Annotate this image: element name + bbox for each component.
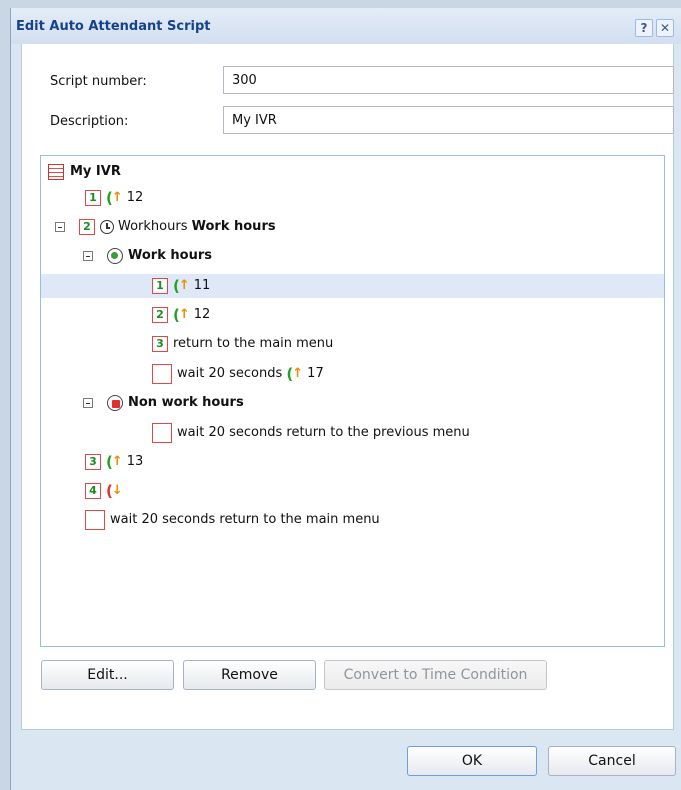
script-number-input[interactable] — [223, 66, 674, 94]
node-number-badge: 2 — [79, 219, 95, 235]
tree-node-timeout[interactable]: wait 20 seconds return to the main menu — [85, 508, 380, 532]
tree-node-3[interactable]: 3 (↑ 13 — [85, 450, 143, 474]
phone-hangup-icon: (↓ — [106, 482, 123, 500]
node-number-badge: 3 — [85, 454, 101, 470]
collapse-icon[interactable] — [83, 251, 93, 261]
close-icon[interactable]: ✕ — [656, 19, 674, 37]
tree-node-1[interactable]: 1 (↑ 12 — [85, 186, 143, 210]
node-text: 13 — [126, 454, 144, 469]
tree-node-nwh-timeout[interactable]: wait 20 seconds return to the previous m… — [152, 421, 470, 445]
collapse-icon[interactable] — [83, 398, 93, 408]
node-empty-badge — [152, 364, 172, 384]
script-icon — [48, 164, 64, 180]
tree-root[interactable]: My IVR — [48, 160, 121, 184]
collapse-icon[interactable] — [55, 222, 65, 232]
non-work-hours-icon — [107, 395, 123, 411]
tree-node-wh-2[interactable]: 2 (↑ 12 — [152, 303, 210, 327]
script-tree[interactable]: My IVR 1 (↑ 12 2 Workhours Work hours Wo… — [40, 155, 665, 647]
tree-branch-work-hours[interactable]: Work hours — [83, 244, 212, 268]
tree-node-wh-1[interactable]: 1 (↑ 11 — [41, 274, 664, 298]
help-icon[interactable]: ? — [635, 19, 653, 37]
node-text: 12 — [126, 190, 144, 205]
description-input[interactable] — [223, 106, 674, 134]
node-text: wait 20 seconds — [177, 366, 283, 381]
node-text: return to the main menu — [173, 336, 334, 351]
node-number-badge: 3 — [152, 336, 168, 352]
cancel-button[interactable]: Cancel — [548, 746, 676, 776]
tree-branch-non-work-hours[interactable]: Non work hours — [83, 391, 244, 415]
node-number-badge: 4 — [85, 483, 101, 499]
phone-transfer-icon: (↑ — [106, 189, 123, 207]
dialog-titlebar[interactable]: Edit Auto Attendant Script ? ✕ — [11, 8, 681, 44]
node-empty-badge — [85, 510, 105, 530]
node-text: 12 — [193, 307, 211, 322]
script-number-label: Script number: — [50, 74, 147, 89]
phone-transfer-icon: (↑ — [173, 277, 190, 295]
tree-node-2[interactable]: 2 Workhours Work hours — [55, 215, 276, 239]
phone-transfer-icon: (↑ — [286, 365, 304, 383]
node-text: Workhours — [118, 219, 188, 234]
branch-label: Non work hours — [128, 395, 244, 410]
work-hours-icon — [107, 248, 123, 264]
description-label: Description: — [50, 114, 129, 129]
remove-button[interactable]: Remove — [183, 660, 316, 690]
tree-root-label: My IVR — [70, 164, 121, 179]
node-text: wait 20 seconds return to the previous m… — [177, 425, 470, 440]
branch-label: Work hours — [128, 248, 212, 263]
node-number-badge: 1 — [85, 190, 101, 206]
clock-icon — [100, 220, 114, 234]
tree-node-wh-timeout[interactable]: wait 20 seconds (↑ 17 — [152, 362, 324, 386]
ok-button[interactable]: OK — [407, 746, 537, 776]
node-text: wait 20 seconds return to the main menu — [110, 512, 380, 527]
node-target: 17 — [307, 366, 324, 381]
node-bold-text: Work hours — [191, 219, 276, 234]
node-empty-badge — [152, 423, 172, 443]
edit-button[interactable]: Edit... — [41, 660, 174, 690]
node-number-badge: 2 — [152, 307, 168, 323]
node-text: 11 — [193, 278, 211, 293]
tree-node-wh-3[interactable]: 3 return to the main menu — [152, 332, 333, 356]
node-number-badge: 1 — [152, 278, 168, 294]
dialog-title: Edit Auto Attendant Script — [16, 19, 211, 34]
phone-transfer-icon: (↑ — [173, 306, 190, 324]
convert-to-time-condition-button[interactable]: Convert to Time Condition — [324, 660, 547, 690]
edit-auto-attendant-dialog: Edit Auto Attendant Script ? ✕ Script nu… — [10, 8, 681, 790]
phone-transfer-icon: (↑ — [106, 453, 123, 471]
tree-node-4[interactable]: 4 (↓ — [85, 479, 127, 503]
